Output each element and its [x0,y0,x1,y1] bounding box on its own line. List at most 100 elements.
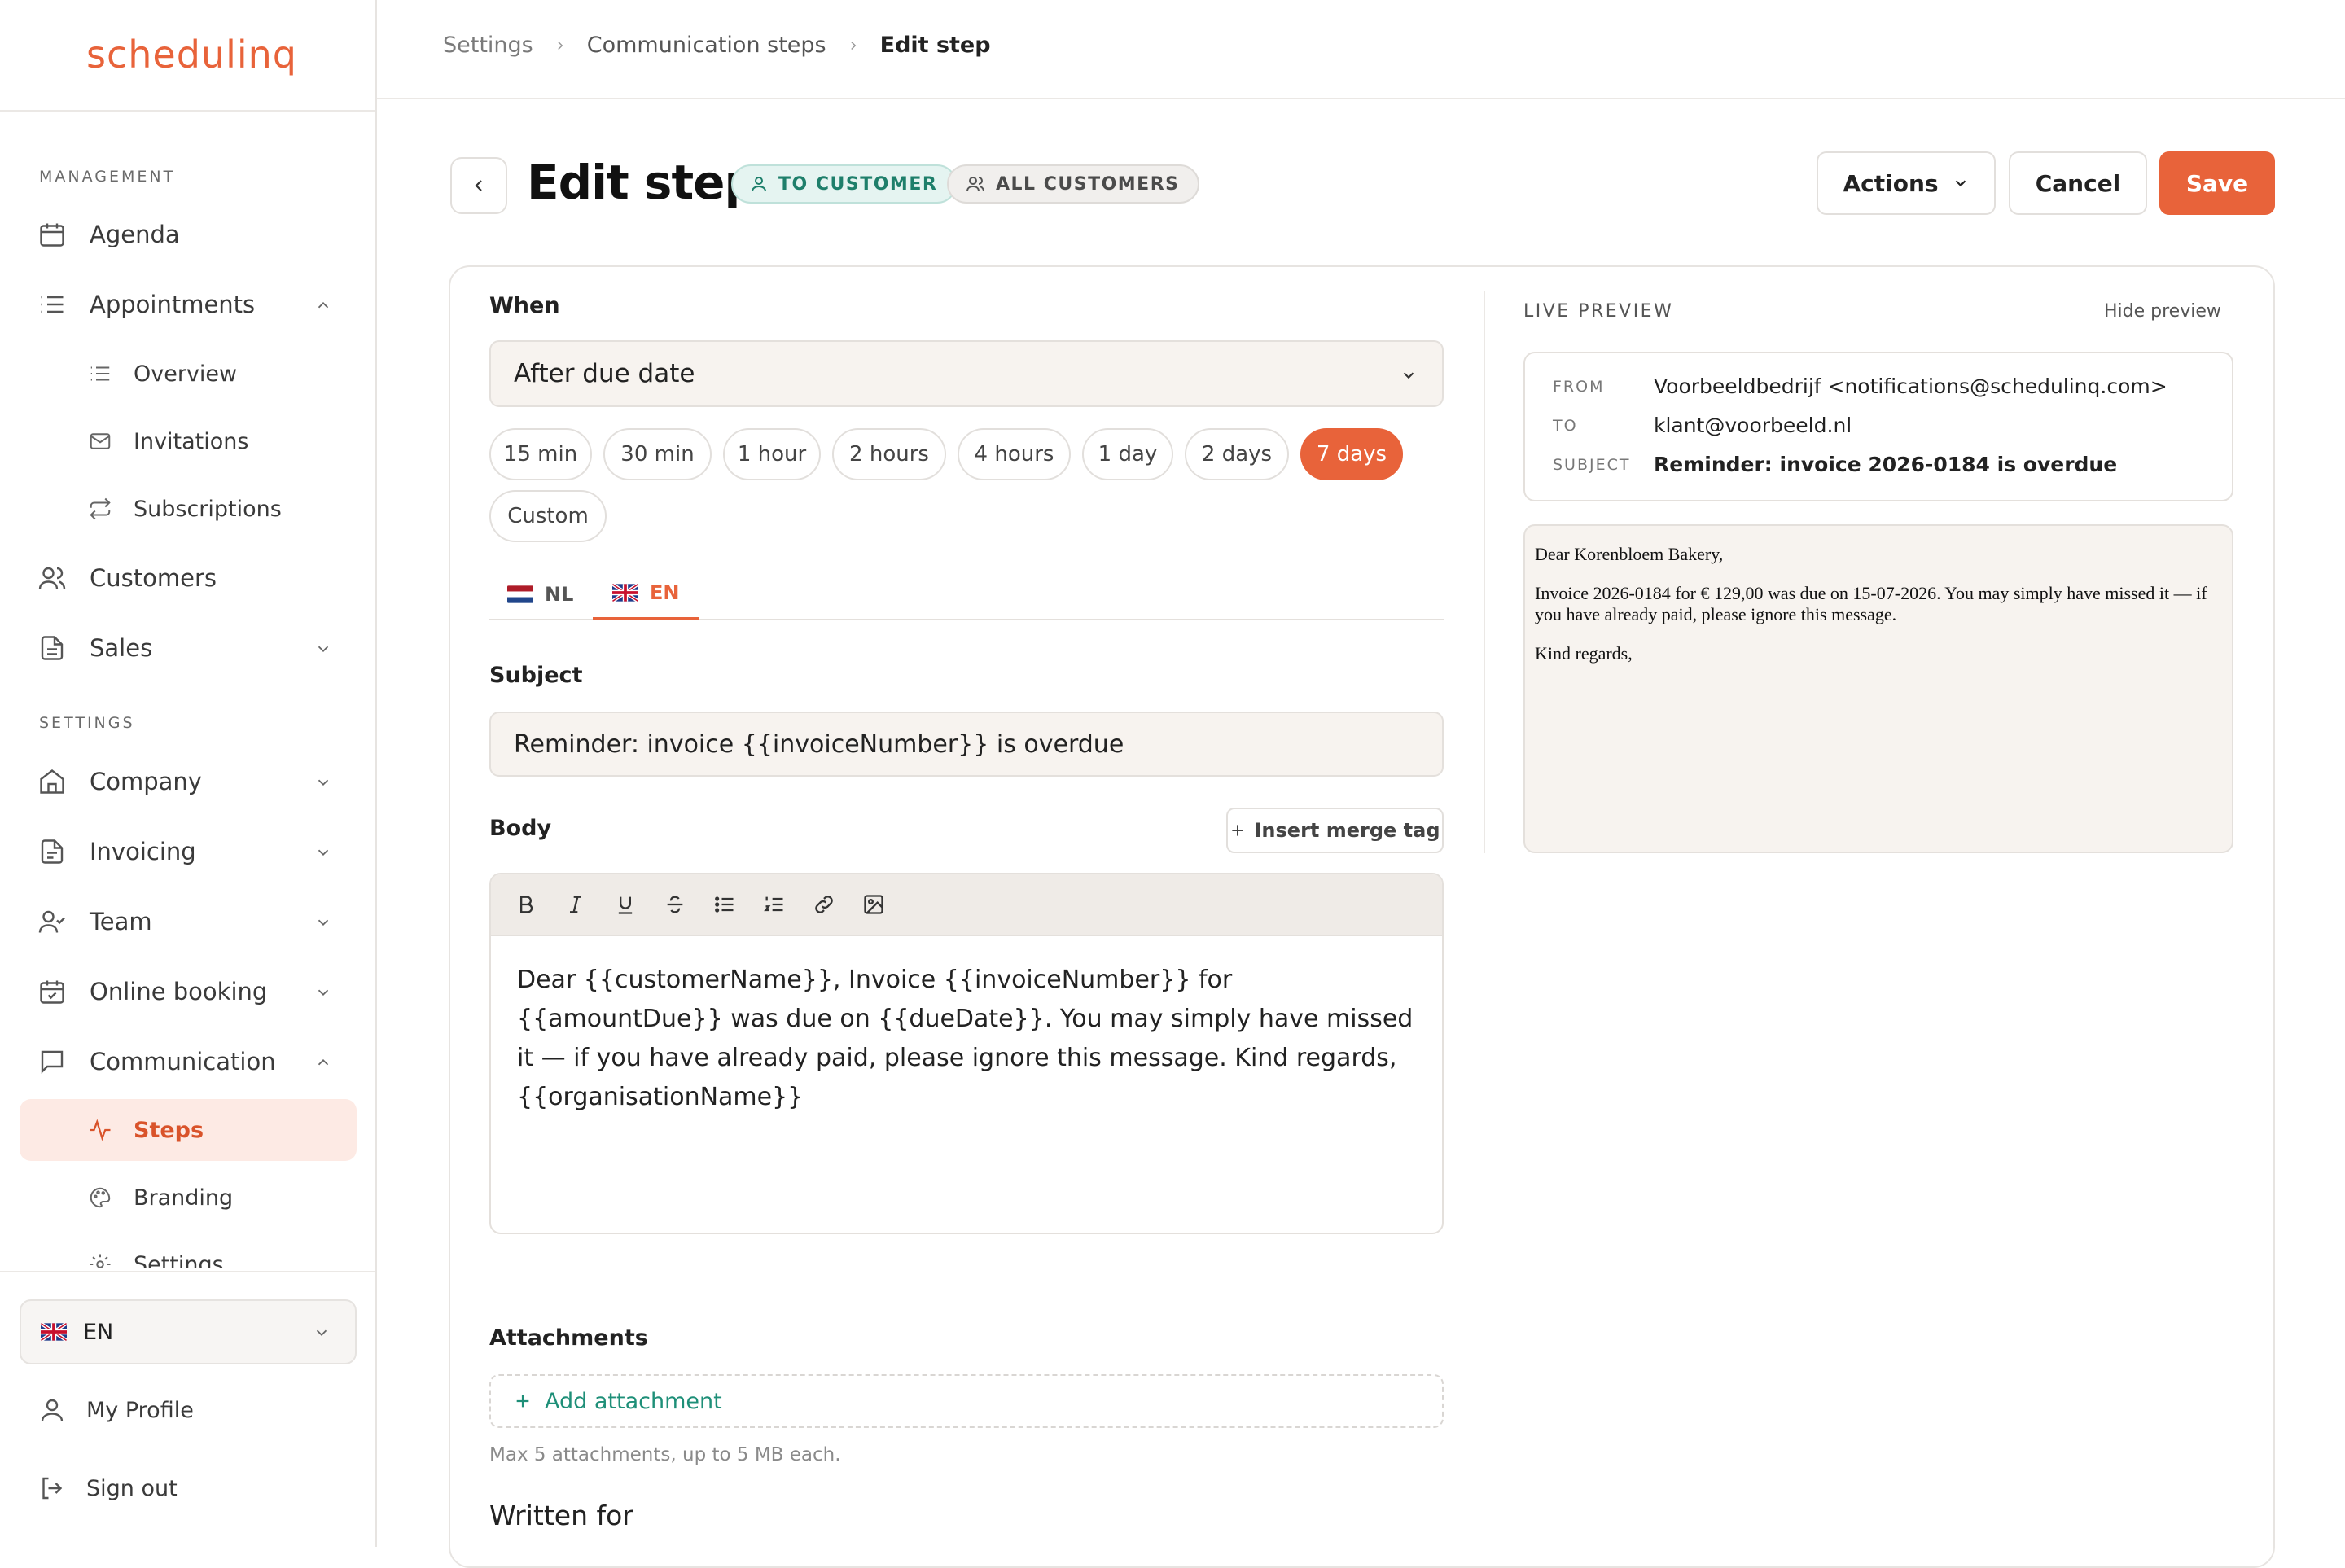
divider [0,110,375,112]
strikethrough-button[interactable] [660,889,690,920]
from-value: Voorbeeldbedrijf <notifications@scheduli… [1654,374,2167,398]
edit-step-card: When After due date 15 min 30 min 1 hour… [449,265,2275,1568]
sidebar-item-customers[interactable]: Customers [20,547,357,609]
subject-label: SUBJECT [1553,455,1631,474]
sidebar-item-label: Branding [134,1185,234,1211]
preview-from-row: FROM Voorbeeldbedrijf <notifications@sch… [1553,374,2167,398]
bullet-list-button[interactable] [709,889,740,920]
activity-icon [90,1119,111,1141]
actions-dropdown-button[interactable]: Actions [1817,151,1996,215]
divider [377,98,2345,99]
sidebar-item-company[interactable]: Company [20,751,357,812]
image-icon [864,895,883,914]
to-label: TO [1553,416,1578,435]
breadcrumb-communication-steps[interactable]: Communication steps [587,33,826,58]
back-button[interactable] [450,157,507,214]
message-icon [41,1050,64,1074]
save-button[interactable]: Save [2159,151,2275,215]
subject-input[interactable]: Reminder: invoice {{invoiceNumber}} is o… [489,712,1444,777]
gear-icon [90,1254,111,1268]
link-icon [815,896,833,913]
sidebar-item-invoicing[interactable]: Invoicing [20,821,357,883]
sidebar-item-sales[interactable]: Sales [20,617,357,679]
preview-meta: FROM Voorbeeldbedrijf <notifications@sch… [1523,352,2233,501]
nl-flag-icon [507,585,533,603]
link-button[interactable] [809,889,839,920]
sidebar-item-label: Invitations [134,428,249,454]
attachments-label: Attachments [489,1325,648,1351]
body-label: Body [489,816,552,841]
chevron-left-icon [475,180,482,191]
sidebar-item-steps[interactable]: Steps [20,1099,357,1161]
italic-icon [570,896,581,913]
image-button[interactable] [858,889,889,920]
chevron-up-icon [318,301,329,309]
list-icon [90,366,110,381]
preview-closing: Kind regards, [1535,643,1633,664]
tab-en[interactable]: EN [593,568,699,620]
sidebar-item-label: Customers [90,564,217,592]
timing-chip-1-hour[interactable]: 1 hour [723,428,821,480]
numbered-list-icon [764,896,783,912]
tab-nl[interactable]: NL [507,568,573,620]
sidebar-item-online-booking[interactable]: Online booking [20,961,357,1023]
divider [1484,291,1485,853]
audience-badge-customer: TO CUSTOMER [731,164,958,204]
timing-chip-30-min[interactable]: 30 min [603,428,712,480]
when-select[interactable]: After due date [489,340,1444,407]
timing-chip-custom[interactable]: Custom [489,490,607,542]
sidebar-item-communication[interactable]: Communication [20,1031,357,1093]
users-icon [38,567,66,589]
sidebar-item-branding[interactable]: Branding [20,1167,357,1229]
sign-out-link[interactable]: Sign out [20,1457,357,1519]
live-preview-label: LIVE PREVIEW [1523,301,1674,322]
sidebar-item-team[interactable]: Team [20,891,357,953]
sidebar-item-settings[interactable]: Settings [20,1233,357,1268]
user-check-icon [38,910,65,933]
users-icon [966,177,984,192]
timing-chip-15-min[interactable]: 15 min [489,428,592,480]
chevron-down-icon [318,646,329,653]
editor-toolbar [491,874,1442,936]
body-text[interactable]: Dear {{customerName}}, Invoice {{invoice… [491,936,1442,1141]
sidebar: schedulinq MANAGEMENT Agenda Appointment… [0,0,377,1547]
actions-label: Actions [1843,169,1939,197]
main-content: Settings Communication steps Edit step E… [377,0,2345,1568]
breadcrumb-settings[interactable]: Settings [443,33,533,58]
list-icon [41,296,64,313]
sidebar-item-label: Subscriptions [134,496,282,522]
sidebar-item-subscriptions[interactable]: Subscriptions [20,478,357,540]
badge-label: ALL CUSTOMERS [996,173,1180,195]
logout-icon [42,1477,63,1500]
language-select[interactable]: EN [20,1299,357,1364]
insert-merge-tag-label: Insert merge tag [1254,819,1440,842]
calendar-check-icon [40,980,64,1004]
bold-button[interactable] [511,889,541,920]
sidebar-item-agenda[interactable]: Agenda [20,204,357,265]
italic-button[interactable] [560,889,591,920]
sidebar-item-invitations[interactable]: Invitations [20,410,357,472]
breadcrumb: Settings Communication steps Edit step [443,33,991,58]
sidebar-item-appointments[interactable]: Appointments [20,274,357,335]
calendar-icon [40,223,64,247]
add-attachment-button[interactable]: Add attachment [489,1374,1444,1428]
timing-chip-2-days[interactable]: 2 days [1185,428,1289,480]
cancel-button[interactable]: Cancel [2009,151,2147,215]
app-logo[interactable]: schedulinq [86,33,297,77]
timing-chip-2-hours[interactable]: 2 hours [832,428,946,480]
preview-to-row: TO klant@voorbeeld.nl [1553,414,1852,437]
sidebar-item-overview[interactable]: Overview [20,343,357,405]
chevron-down-icon [1403,372,1414,379]
timing-chip-7-days[interactable]: 7 days [1300,428,1403,480]
timing-chip-4-hours[interactable]: 4 hours [958,428,1071,480]
hide-preview-link[interactable]: Hide preview [2104,301,2221,322]
insert-merge-tag-button[interactable]: Insert merge tag [1226,808,1444,853]
mail-icon [90,433,111,449]
timing-chip-1-day[interactable]: 1 day [1082,428,1173,480]
sidebar-item-label: Steps [134,1117,204,1143]
underline-icon [618,896,633,914]
my-profile-link[interactable]: My Profile [20,1379,357,1441]
numbered-list-button[interactable] [759,889,790,920]
chevron-right-icon [850,41,856,50]
underline-button[interactable] [610,889,641,920]
